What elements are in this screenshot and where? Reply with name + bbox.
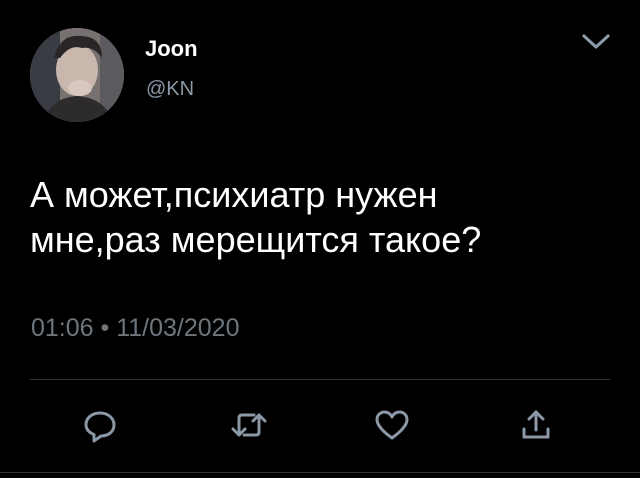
reply-icon [84, 411, 116, 443]
user-handle[interactable]: @KN [146, 77, 194, 101]
tweet-timestamp[interactable]: 01:06 • 11/03/2020 [31, 312, 239, 344]
bottom-divider [0, 472, 640, 473]
avatar-photo [30, 28, 124, 122]
share-icon [522, 410, 550, 439]
reply-button[interactable] [80, 405, 120, 445]
avatar[interactable] [30, 28, 124, 122]
more-options-button[interactable] [580, 30, 612, 52]
retweet-icon [231, 413, 267, 437]
divider [30, 379, 610, 380]
tweet-text: А может,психиатр нужен мне,раз мерещится… [30, 174, 482, 260]
like-button[interactable] [372, 405, 412, 445]
display-name[interactable]: Joon [145, 36, 198, 62]
retweet-button[interactable] [229, 405, 269, 445]
share-button[interactable] [516, 405, 556, 445]
heart-icon [375, 410, 409, 440]
chevron-down-icon [582, 34, 610, 49]
